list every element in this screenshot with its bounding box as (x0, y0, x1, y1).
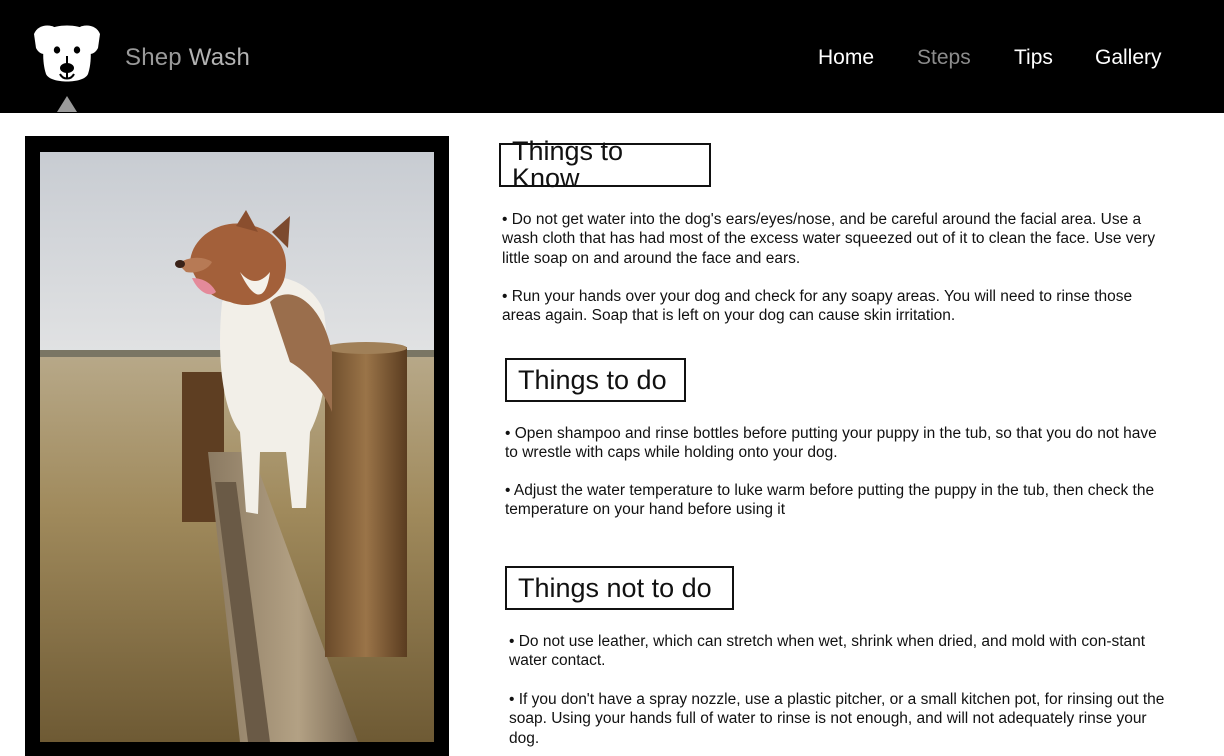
things-to-do-paragraph-1: • Open shampoo and rinse bottles before … (505, 425, 1157, 462)
things-not-to-do-paragraph-1: • Do not use leather, which can stretch … (509, 633, 1146, 670)
nav-tips-link[interactable]: Tips (1014, 46, 1053, 70)
dog-face-icon[interactable] (30, 22, 104, 86)
australian-shepherd-on-fence-photo (40, 152, 434, 742)
dog-photo-frame (25, 136, 449, 756)
brand-name[interactable]: Shep Wash (125, 44, 250, 72)
things-to-know-paragraph-1: • Do not get water into the dog's ears/e… (502, 211, 1156, 267)
site-header: Shep Wash Home Steps Tips Gallery (0, 0, 1224, 113)
heading-things-not-to-do: Things not to do (505, 566, 734, 610)
heading-things-to-do: Things to do (505, 358, 686, 402)
things-not-to-do-paragraph-2: • If you don't have a spray nozzle, use … (509, 691, 1165, 747)
nav-home-link[interactable]: Home (818, 46, 874, 70)
brand-word-1: Shep (125, 44, 182, 71)
things-to-know-paragraph-2: • Run your hands over your dog and check… (502, 288, 1133, 325)
nav-steps-link[interactable]: Steps (917, 46, 971, 70)
nav-gallery-link[interactable]: Gallery (1095, 46, 1162, 70)
things-to-do-paragraph-2: • Adjust the water temperature to luke w… (505, 482, 1155, 519)
heading-things-to-know: Things to Know (499, 138, 711, 192)
brand-word-2: Wash (188, 44, 250, 71)
triangle-up-icon (57, 96, 77, 112)
